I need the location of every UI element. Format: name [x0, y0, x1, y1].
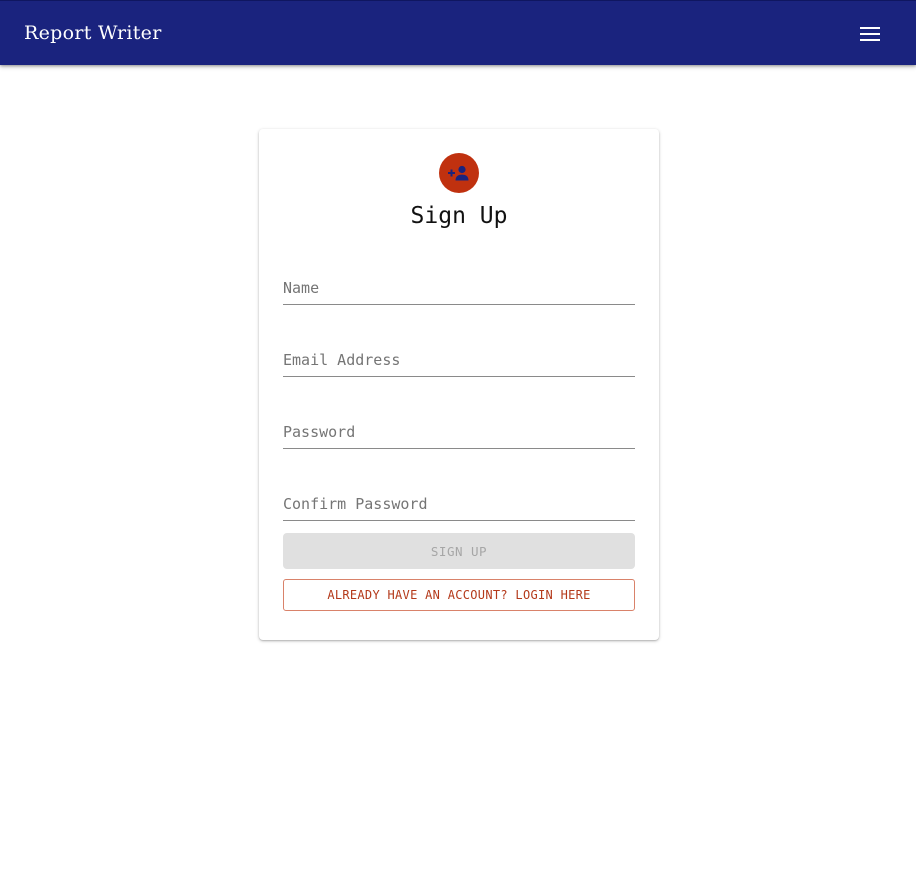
confirm-password-field-wrapper [283, 487, 635, 521]
menu-button[interactable] [850, 14, 890, 54]
password-field-wrapper [283, 415, 635, 449]
menu-icon [860, 27, 880, 41]
app-bar: Report Writer [0, 0, 916, 65]
email-field[interactable] [283, 343, 635, 377]
avatar [439, 153, 479, 193]
person-add-icon [448, 165, 469, 181]
sign-up-button[interactable]: SIGN UP [283, 533, 635, 569]
login-link-label: ALREADY HAVE AN ACCOUNT? LOGIN HERE [327, 588, 591, 602]
login-link-button[interactable]: ALREADY HAVE AN ACCOUNT? LOGIN HERE [283, 579, 635, 611]
password-field[interactable] [283, 415, 635, 449]
app-title: Report Writer [24, 22, 162, 44]
confirm-password-field[interactable] [283, 487, 635, 521]
signup-card: Sign Up SIGN UP ALREADY HAVE AN ACCOUNT?… [259, 129, 659, 640]
email-field-wrapper [283, 343, 635, 377]
page-title: Sign Up [410, 203, 508, 229]
name-field-wrapper [283, 271, 635, 305]
name-field[interactable] [283, 271, 635, 305]
sign-up-button-label: SIGN UP [430, 543, 488, 559]
